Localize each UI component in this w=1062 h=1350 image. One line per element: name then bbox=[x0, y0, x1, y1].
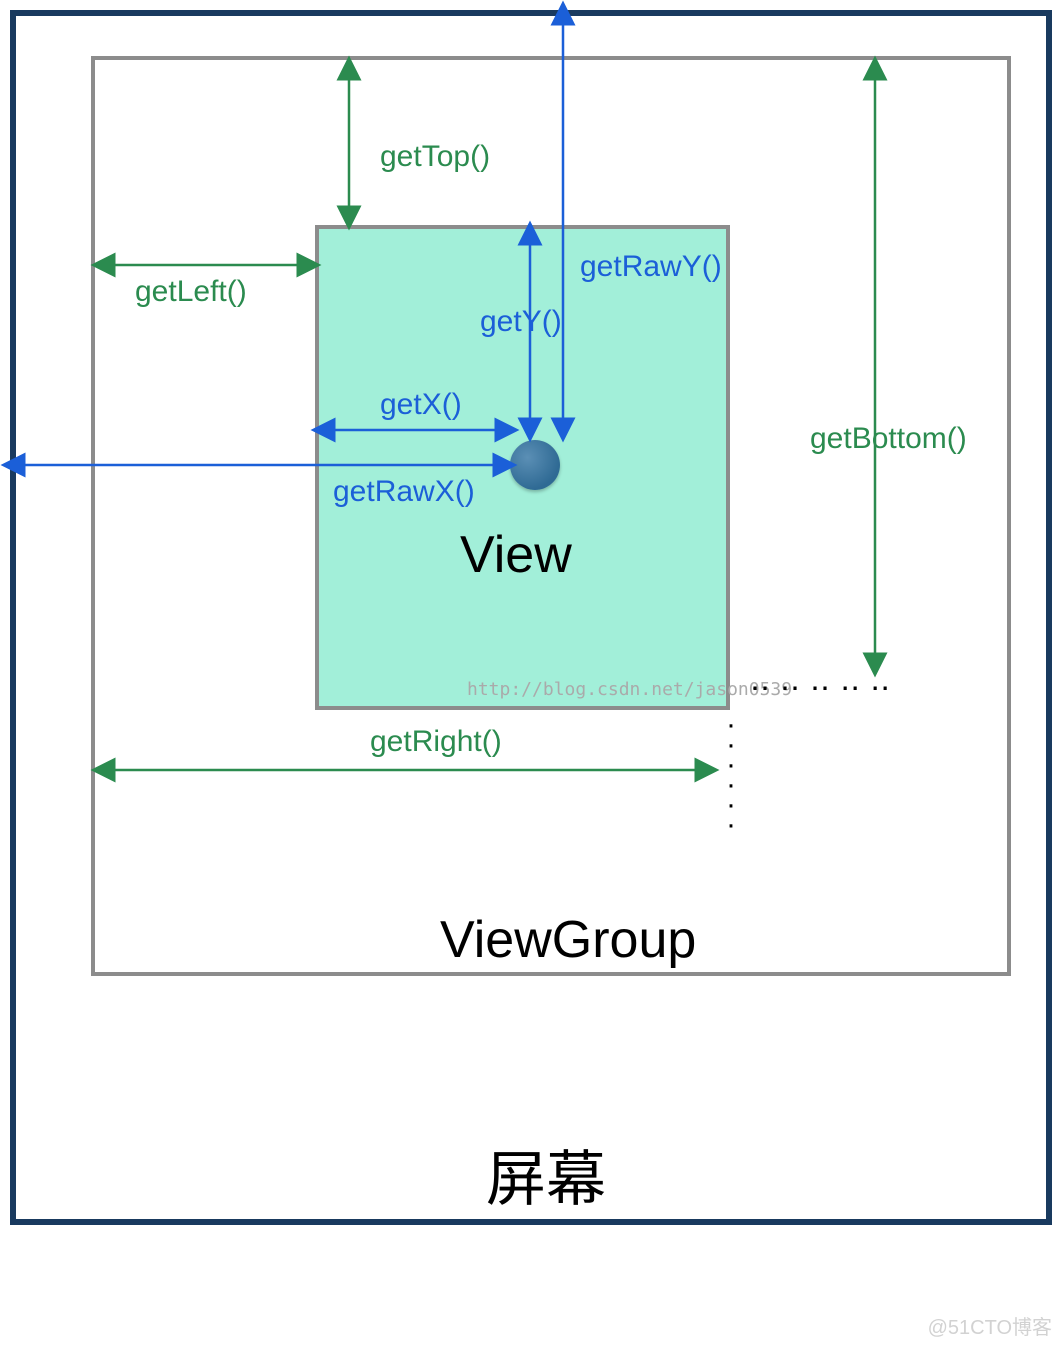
watermark-text: http://blog.csdn.net/jason0539 bbox=[467, 679, 792, 700]
label-get-left: getLeft() bbox=[135, 275, 247, 309]
arrow-get-bottom bbox=[865, 60, 885, 678]
arrow-get-right bbox=[95, 760, 715, 780]
label-screen: 屏幕 bbox=[486, 1131, 606, 1218]
dots-horizontal: ‥‥‥‥‥ bbox=[750, 663, 900, 698]
dots-vertical: ······ bbox=[726, 720, 736, 840]
arrow-get-left bbox=[95, 255, 315, 275]
label-get-raw-y: getRawY() bbox=[580, 250, 722, 284]
label-get-top: getTop() bbox=[380, 140, 490, 174]
corner-watermark: @51CTO博客 bbox=[928, 1311, 1052, 1340]
screen-border: http://blog.csdn.net/jason0539 getTop() … bbox=[10, 10, 1052, 1225]
label-get-y: getY() bbox=[480, 305, 562, 339]
label-get-x: getX() bbox=[380, 388, 462, 422]
arrow-get-raw-y bbox=[553, 5, 573, 442]
arrow-get-top bbox=[339, 60, 359, 225]
label-get-bottom: getBottom() bbox=[810, 422, 967, 456]
viewgroup-box: http://blog.csdn.net/jason0539 getTop() … bbox=[91, 56, 1011, 976]
arrow-get-x bbox=[315, 420, 515, 440]
touch-point bbox=[510, 440, 560, 490]
label-view: View bbox=[460, 525, 572, 585]
label-viewgroup: ViewGroup bbox=[440, 910, 696, 970]
arrow-get-raw-x bbox=[5, 455, 515, 475]
label-get-raw-x: getRawX() bbox=[333, 475, 475, 509]
label-get-right: getRight() bbox=[370, 725, 502, 759]
